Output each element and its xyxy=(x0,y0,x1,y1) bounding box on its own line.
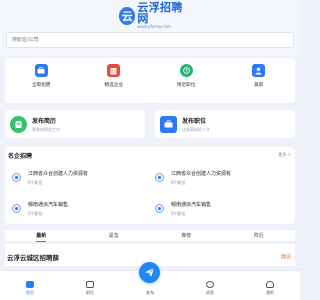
post-job-title: 发布职位 xyxy=(182,117,207,125)
company-name: 江西省众合创建人力资源有 xyxy=(28,170,89,177)
company-card[interactable]: 江西省众合创建人力资源有 0个职位 xyxy=(7,164,145,191)
company-logo-icon xyxy=(12,204,21,213)
jobs-icon xyxy=(86,281,94,288)
publish-button[interactable] xyxy=(139,262,160,283)
tab-nearby[interactable]: 附近 xyxy=(239,232,279,239)
company-card[interactable]: 郁南通派汽车销售 0个职位 xyxy=(7,195,145,222)
quick-link-nearby[interactable]: 附近职位 xyxy=(166,64,206,88)
job-filter-tabs: 最新 紧急 推荐 附近 xyxy=(5,230,295,242)
logo-url: www.yfxmw.com xyxy=(137,24,171,29)
nav-home[interactable]: 首页 xyxy=(10,281,50,296)
profile-icon xyxy=(266,281,274,288)
post-job-subtitle: 优质高效招人才 xyxy=(182,126,210,132)
resume-icon xyxy=(10,115,27,133)
more-link[interactable]: 更多 > xyxy=(278,152,291,158)
logo-title: 云浮招聘网 xyxy=(137,1,183,25)
company-logo-icon xyxy=(155,173,164,182)
post-resume-subtitle: 简单快捷找工作 xyxy=(32,126,60,132)
company-job-count: 0个职位 xyxy=(171,179,186,185)
quick-link-enterprise[interactable]: 精选企业 xyxy=(94,64,134,88)
nav-jobs[interactable]: 职位 xyxy=(70,281,110,296)
nav-label: 首页 xyxy=(26,290,34,295)
featured-companies: 名企招聘 更多 > 江西省众合创建人力资源有 0个职位 江西省众合创建人力资源有… xyxy=(5,147,295,224)
company-name: 郁南通派汽车销售 xyxy=(28,201,69,208)
company-job-count: 0个职位 xyxy=(171,210,186,216)
quick-link-label: 兼职 xyxy=(254,83,264,88)
home-icon xyxy=(26,281,34,288)
quick-link-label: 精选企业 xyxy=(104,83,123,88)
company-logo-icon xyxy=(155,204,164,213)
company-card[interactable]: 江西省众合创建人力资源有 0个职位 xyxy=(150,164,288,191)
nav-post[interactable]: 发布 xyxy=(130,281,170,296)
job-title: 云浮云城区招聘薛 xyxy=(7,254,59,262)
post-job-card[interactable]: 发布职位 优质高效招人才 xyxy=(155,110,295,138)
site-logo[interactable]: 云 云浮招聘网 www.yfxmw.com xyxy=(119,1,189,29)
company-logo-icon xyxy=(12,173,21,182)
nav-label: 发布 xyxy=(146,290,154,295)
post-job-icon xyxy=(160,115,177,133)
briefcase-icon xyxy=(34,64,48,77)
section-title: 名企招聘 xyxy=(8,153,33,160)
logo-icon: 云 xyxy=(119,7,136,25)
tab-urgent[interactable]: 紧急 xyxy=(94,232,134,239)
enterprise-icon xyxy=(107,64,121,77)
company-job-count: 0个职位 xyxy=(28,210,43,216)
company-name: 郁南通派汽车销售 xyxy=(171,201,212,208)
search-bar[interactable] xyxy=(6,32,294,48)
quick-link-parttime[interactable]: 兼职 xyxy=(239,64,279,88)
location-icon xyxy=(179,64,193,77)
company-name: 江西省众合创建人力资源有 xyxy=(171,170,232,177)
nav-label: 我的 xyxy=(266,290,274,295)
quick-link-label: 全职招聘 xyxy=(32,83,51,88)
send-icon xyxy=(145,267,155,277)
nav-label: 消息 xyxy=(206,290,214,295)
nav-profile[interactable]: 我的 xyxy=(250,281,290,296)
quick-links: 全职招聘 精选企业 附近职位 兼职 xyxy=(5,58,295,157)
company-job-count: 0个职位 xyxy=(28,179,43,185)
header: 云 云浮招聘网 www.yfxmw.com xyxy=(0,0,300,55)
quick-link-label: 附近职位 xyxy=(177,83,196,88)
tab-recommended[interactable]: 推荐 xyxy=(166,232,206,239)
post-resume-card[interactable]: 发布简历 简单快捷找工作 xyxy=(5,110,145,138)
quick-link-fulltime[interactable]: 全职招聘 xyxy=(21,64,61,88)
tab-latest[interactable]: 最新 xyxy=(21,232,61,242)
user-icon xyxy=(252,64,266,77)
company-card[interactable]: 郁南通派汽车销售 0个职位 xyxy=(150,195,288,222)
nav-messages[interactable]: 消息 xyxy=(190,281,230,296)
nav-label: 职位 xyxy=(86,290,94,295)
post-resume-title: 发布简历 xyxy=(32,117,57,125)
search-input[interactable] xyxy=(12,37,293,43)
job-salary: 面议 xyxy=(280,254,291,260)
message-icon xyxy=(206,281,214,288)
